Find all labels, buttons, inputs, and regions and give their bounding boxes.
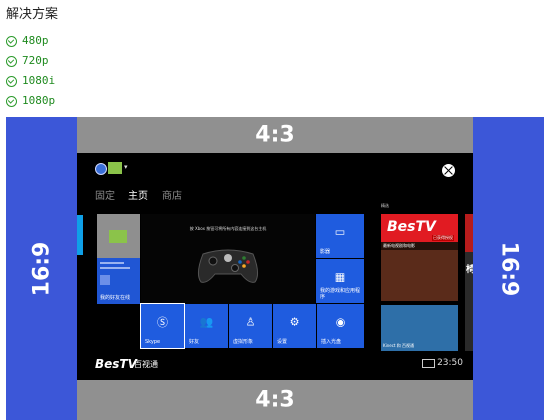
gamerpic xyxy=(108,162,122,174)
resolution-label[interactable]: 480p xyxy=(22,34,49,47)
tile-label: 影器 xyxy=(320,249,331,255)
friends-online-tile[interactable]: 我的好友在线 xyxy=(97,258,140,304)
bestv-tile[interactable]: BesTV 已获得授权 xyxy=(381,214,458,242)
notification-icon xyxy=(422,359,435,368)
ratio-label-top: 4:3 xyxy=(255,122,295,148)
chevron-down-icon: ▾ xyxy=(124,163,128,171)
tile-label: 好友 xyxy=(189,339,200,345)
tv-tile[interactable]: ▭ 影器 xyxy=(316,214,364,258)
tile-caption: Kinect 和 百视通 xyxy=(383,343,415,348)
friends-icon: 👥 xyxy=(199,315,214,329)
my-games-apps-tile[interactable]: ▦ 我的游戏和应用程序 xyxy=(316,259,364,303)
controller-icon xyxy=(197,249,259,283)
game-icon xyxy=(109,230,127,243)
recent-tile[interactable] xyxy=(97,214,140,258)
ratio-label-right: 16:9 xyxy=(496,241,521,296)
avatar-icon: ♙ xyxy=(245,315,256,329)
avatar-tile[interactable]: ♙ 虚拟形象 xyxy=(229,304,272,348)
letterbox-bottom: 4:3 xyxy=(77,380,473,420)
skype-icon: Ⓢ xyxy=(157,315,168,329)
resolution-label[interactable]: 1080p xyxy=(22,94,55,107)
download-icon xyxy=(6,96,17,107)
featured-controller-tile[interactable]: 按 Xbox 按钮可将所有内容连接到这台主机 xyxy=(141,214,315,304)
kinect-tile[interactable]: Kinect 和 百视通 xyxy=(381,305,458,351)
tab-pins[interactable]: 固定 xyxy=(95,187,115,202)
clock: 23:50 xyxy=(437,358,463,368)
tile-label: 虚拟形象 xyxy=(233,339,254,345)
friends-tile[interactable]: 👥 好友 xyxy=(185,304,228,348)
tile-label: Skype xyxy=(145,339,161,345)
side-band-left: 16:9 xyxy=(6,117,77,420)
gear-icon: ⚙ xyxy=(289,315,300,329)
tile-line xyxy=(100,262,124,264)
peek-tile-char: 椅 xyxy=(466,265,473,275)
download-icon xyxy=(6,36,17,47)
disc-icon: ◉ xyxy=(335,315,346,329)
tile-caption: 最新电视剧和电影 xyxy=(381,242,458,250)
edge-indicator xyxy=(77,215,83,255)
resolution-label[interactable]: 720p xyxy=(22,54,49,67)
tab-home[interactable]: 主页 xyxy=(128,187,148,202)
skype-tile[interactable]: Ⓢ Skype xyxy=(140,303,185,349)
xbox-logo-icon xyxy=(442,164,455,177)
peek-tile-dark[interactable]: 椅 xyxy=(465,252,473,351)
bestv-brand-logo: BesTV xyxy=(95,357,137,371)
aspect-ratio-illustration: 16:9 16:9 4:3 4:3 ▾ 固定 主页 商店 我的好友在线 按 Xb… xyxy=(6,117,544,420)
tile-label: 插入光盘 xyxy=(321,339,342,345)
tile-label: 我的游戏和应用程序 xyxy=(320,288,361,300)
download-icon xyxy=(6,76,17,87)
page-title: 解决方案 xyxy=(6,7,59,22)
apps-grid-icon: ▦ xyxy=(334,270,346,284)
featured-label: 精选 xyxy=(381,203,389,208)
tile-thumb xyxy=(100,275,110,285)
side-band-right: 16:9 xyxy=(473,117,544,420)
resolution-label[interactable]: 1080i xyxy=(22,74,55,87)
avatar-icon xyxy=(95,163,107,175)
letterbox-top: 4:3 xyxy=(77,117,473,153)
settings-tile[interactable]: ⚙ 设置 xyxy=(273,304,316,348)
download-icon xyxy=(6,56,17,67)
feature-caption: 按 Xbox 按钮可将所有内容连接到这台主机 xyxy=(189,226,267,231)
tv-series-tile[interactable]: 最新电视剧和电影 xyxy=(381,242,458,301)
ratio-label-left: 16:9 xyxy=(29,241,54,296)
insert-disc-tile[interactable]: ◉ 插入光盘 xyxy=(317,304,364,348)
bestv-badge: 已获得授权 xyxy=(432,235,454,241)
tile-label: 设置 xyxy=(277,339,288,345)
ratio-label-bottom: 4:3 xyxy=(255,387,295,413)
tv-icon: ▭ xyxy=(334,225,346,239)
tile-label: 我的好友在线 xyxy=(100,295,131,301)
bestv-logo: BesTV xyxy=(387,219,436,235)
peek-tile[interactable] xyxy=(465,214,473,252)
xbox-dashboard-screen: ▾ 固定 主页 商店 我的好友在线 按 Xbox 按钮可将所有内容连接到这台主机 xyxy=(77,153,473,380)
tile-line xyxy=(100,267,130,269)
tab-store[interactable]: 商店 xyxy=(162,187,182,202)
bestv-brand-cn: 百视通 xyxy=(134,360,158,369)
